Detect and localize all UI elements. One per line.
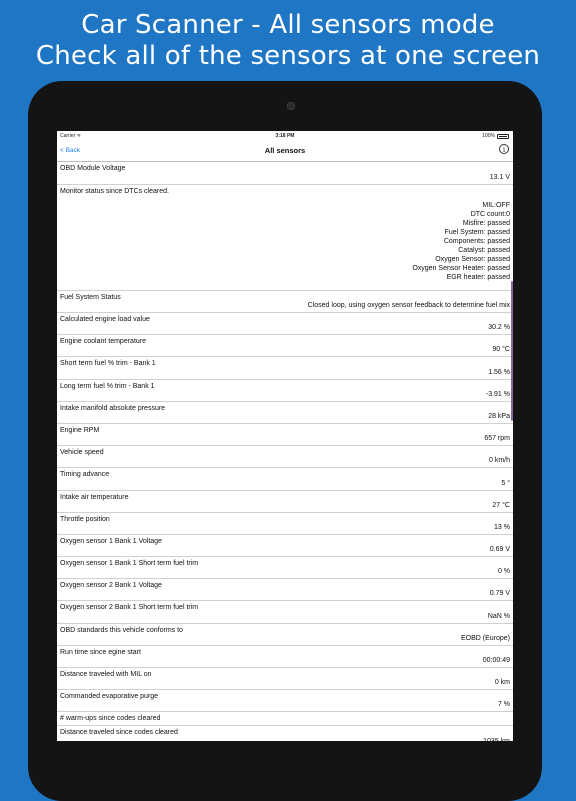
- sensor-value: NaN %: [487, 612, 510, 620]
- monitor-status-line: Oxygen Sensor: passed: [435, 255, 510, 263]
- sensor-label: Throttle position: [60, 515, 110, 523]
- sensor-label: Oxygen sensor 1 Bank 1 Short term fuel t…: [60, 560, 199, 568]
- monitor-status-line: Oxygen Sensor Heater: passed: [412, 264, 510, 272]
- sensor-value: 0 %: [497, 568, 510, 576]
- sensor-value: 0.69 V: [489, 546, 510, 554]
- sensor-row: Distance traveled with MIL on 0 km: [57, 668, 513, 691]
- sensor-row: Throttle position 13 %: [57, 513, 513, 535]
- clock: 3:18 PM: [275, 133, 295, 139]
- scrollbar[interactable]: [511, 281, 513, 421]
- sensor-value: 90 °C: [492, 346, 510, 354]
- sensor-row: Short term fuel % trim - Bank 1 1.56 %: [57, 357, 513, 380]
- sensor-value: 5 °: [501, 479, 510, 487]
- sensor-value: 7 %: [497, 701, 510, 709]
- sensor-row: Run time since egine start 00:00:49: [57, 646, 513, 668]
- sensor-value: 00:00:49: [482, 657, 510, 664]
- sensor-value: 28 kPa: [488, 412, 510, 420]
- sensor-label: Engine RPM: [60, 426, 100, 434]
- sensor-label: Distance traveled with MIL on: [60, 671, 152, 678]
- sensor-label: Calculated engine load value: [60, 316, 150, 323]
- sensor-row: Intake manifold absolute pressure 28 kPa: [57, 402, 513, 424]
- sensor-label: Intake air temperature: [60, 493, 129, 501]
- battery-percent: 100%: [482, 133, 495, 139]
- sensor-row: Monitor status since DTCs cleared. MIL:OF…: [57, 185, 513, 291]
- sensor-label: Oxygen sensor 2 Bank 1 Short term fuel t…: [60, 604, 199, 612]
- sensor-label: Vehicle speed: [60, 449, 104, 457]
- sensor-row: Calculated engine load value 30.2 %: [57, 313, 513, 336]
- sensor-value: EOBD (Europe): [460, 634, 510, 642]
- sensor-row: Vehicle speed 0 km/h: [57, 446, 513, 469]
- sensor-label: Timing advance: [60, 471, 110, 479]
- monitor-status-list: MIL:OFF DTC count:0 Misfire: passed Fuel Sy…: [412, 201, 510, 282]
- sensor-row: Distance traveled since codes cleared 103…: [57, 726, 513, 741]
- sensor-value: 13.1 V: [489, 173, 510, 181]
- monitor-status-line: Components: passed: [443, 237, 510, 245]
- sensor-value: 27 °C: [492, 501, 510, 509]
- sensor-label: OBD Module Voltage: [60, 165, 126, 172]
- status-bar: Carrier ᯤ 3:18 PM 100%: [57, 131, 513, 141]
- sensor-row: Oxygen sensor 2 Bank 1 Short term fuel t…: [57, 601, 513, 624]
- sensor-list[interactable]: OBD Module Voltage 13.1 V Monitor status s…: [57, 162, 513, 741]
- app-screen: Carrier ᯤ 3:18 PM 100% < Back All sensor…: [57, 131, 513, 741]
- sensor-label: Run time since egine start: [60, 648, 141, 656]
- sensor-row: Engine RPM 657 rpm: [57, 424, 513, 447]
- monitor-status-line: EGR heater: passed: [446, 273, 510, 281]
- sensor-row: Fuel System Status Closed loop, using oxy…: [57, 291, 513, 313]
- sensor-label: Distance traveled since codes cleared: [60, 729, 178, 737]
- sensor-row: Oxygen sensor 1 Bank 1 Short term fuel t…: [57, 557, 513, 580]
- sensor-value: 0.79 V: [489, 590, 510, 598]
- sensor-value: 657 rpm: [484, 435, 510, 443]
- sensor-value: Closed loop, using oxygen sensor feedbac…: [307, 302, 510, 309]
- sensor-row: Commanded evaporative purge 7 %: [57, 690, 513, 713]
- sensor-row: # warm-ups since codes cleared: [57, 712, 513, 727]
- monitor-status-line: MIL:OFF: [482, 201, 510, 209]
- page-title: All sensors: [264, 146, 306, 155]
- monitor-status-line: DTC count:0: [470, 210, 510, 218]
- sensor-label: Monitor status since DTCs cleared.: [60, 187, 169, 195]
- sensor-label: Oxygen sensor 1 Bank 1 Voltage: [60, 537, 162, 545]
- sensor-label: Engine coolant temperature: [60, 338, 146, 346]
- monitor-status-line: Misfire: passed: [462, 219, 510, 227]
- sensor-label: Oxygen sensor 2 Bank 1 Voltage: [60, 582, 162, 590]
- sensor-value: 30.2 %: [488, 324, 510, 332]
- sensor-value: 0 km: [494, 679, 510, 687]
- monitor-status-line: Fuel System: passed: [444, 228, 510, 236]
- sensor-row: OBD standards this vehicle conforms to EO…: [57, 624, 513, 646]
- battery-indicator: 100%: [482, 133, 509, 139]
- sensor-row: Long term fuel % trim - Bank 1 -3.91 %: [57, 380, 513, 402]
- sensor-value: 13 %: [494, 523, 510, 531]
- sensor-label: # warm-ups since codes cleared: [60, 715, 161, 723]
- headline-line-2: Check all of the sensors at one screen: [35, 41, 541, 71]
- camera-icon: [287, 102, 295, 110]
- sensor-label: Short term fuel % trim - Bank 1: [60, 360, 156, 368]
- info-icon[interactable]: i: [499, 144, 509, 154]
- sensor-value: 1035 km: [483, 738, 510, 741]
- sensor-label: Commanded evaporative purge: [60, 693, 159, 701]
- monitor-status-line: Catalyst: passed: [458, 246, 510, 254]
- sensor-label: Fuel System Status: [60, 293, 121, 301]
- sensor-row: Oxygen sensor 1 Bank 1 Voltage 0.69 V: [57, 535, 513, 558]
- sensor-value: 1.56 %: [488, 368, 510, 376]
- sensor-row: Timing advance 5 °: [57, 468, 513, 491]
- sensor-label: Long term fuel % trim - Bank 1: [60, 382, 155, 390]
- sensor-value: -3.91 %: [485, 390, 510, 398]
- sensor-value: 0 km/h: [488, 457, 510, 465]
- sensor-label: OBD standards this vehicle conforms to: [60, 626, 183, 634]
- sensor-row: Engine coolant temperature 90 °C: [57, 335, 513, 358]
- navigation-bar: < Back All sensors i: [57, 141, 513, 162]
- battery-icon: [497, 133, 509, 139]
- sensor-row: Oxygen sensor 2 Bank 1 Voltage 0.79 V: [57, 579, 513, 602]
- sensor-row: OBD Module Voltage 13.1 V: [57, 162, 513, 185]
- sensor-label: Intake manifold absolute pressure: [60, 404, 166, 412]
- headline-line-1: Car Scanner - All sensors mode: [81, 10, 495, 40]
- sensor-row: Intake air temperature 27 °C: [57, 491, 513, 513]
